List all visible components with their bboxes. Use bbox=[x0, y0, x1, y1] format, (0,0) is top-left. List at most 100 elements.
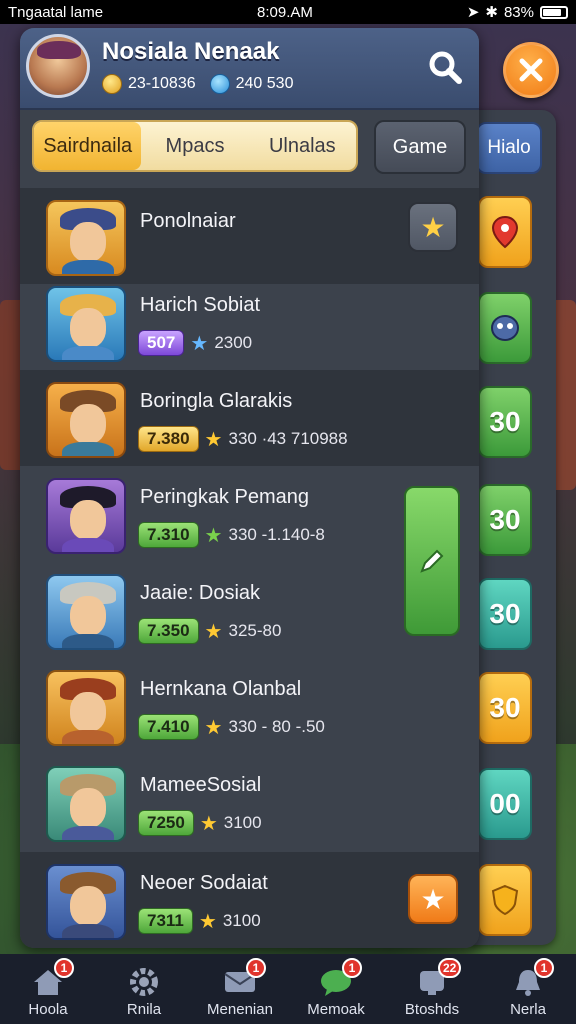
edit-button[interactable] bbox=[404, 486, 460, 636]
panel-header: Nosiala Nenaak 23-10836 240 530 bbox=[20, 28, 479, 110]
level-badge: 7.350 bbox=[138, 618, 199, 644]
gem-count: 240 530 bbox=[235, 75, 294, 92]
star-icon: ★ bbox=[204, 428, 223, 451]
gem-icon bbox=[209, 74, 230, 94]
level-badge: 7.410 bbox=[138, 714, 199, 740]
star-icon: ★ bbox=[204, 524, 223, 547]
friend-avatar bbox=[46, 478, 126, 554]
notification-badge: 1 bbox=[54, 958, 74, 978]
friend-score: 330 - 80 -.50 bbox=[228, 717, 325, 736]
list-item[interactable]: Neoer Sodaiat 7311 ★ 3100 ★ bbox=[20, 852, 479, 948]
back-tab[interactable]: Hialo bbox=[476, 122, 542, 174]
friend-avatar bbox=[46, 864, 126, 940]
coin-count: 23-10836 bbox=[128, 75, 196, 92]
favorite-button[interactable]: ★ bbox=[408, 874, 458, 924]
notification-badge: 1 bbox=[534, 958, 554, 978]
back-location-button[interactable] bbox=[478, 196, 532, 268]
nav-label: Memoak bbox=[307, 1001, 365, 1018]
bluetooth-icon: ✱ bbox=[485, 4, 498, 21]
clock: 8:09.AM bbox=[257, 3, 313, 21]
favorite-button[interactable]: ★ bbox=[408, 202, 458, 252]
player-stats: 23-10836 240 530 bbox=[102, 74, 293, 94]
star-icon: ★ bbox=[198, 910, 217, 933]
tab-ulnalas[interactable]: Ulnalas bbox=[249, 122, 356, 170]
close-icon bbox=[519, 58, 543, 82]
back-mask-button[interactable] bbox=[478, 292, 532, 364]
nav-label: Menenian bbox=[207, 1001, 273, 1018]
close-button[interactable] bbox=[503, 42, 559, 98]
back-value-button[interactable]: 30 bbox=[478, 386, 532, 458]
back-value-button[interactable]: 30 bbox=[478, 672, 532, 744]
notification-badge: 1 bbox=[342, 958, 362, 978]
friend-name: Ponolnaiar bbox=[140, 210, 236, 232]
friend-score: 330 -1.140-8 bbox=[228, 525, 325, 544]
battery-icon bbox=[540, 5, 568, 19]
level-badge: 7311 bbox=[138, 908, 193, 934]
notification-badge: 22 bbox=[438, 958, 462, 978]
back-value-button[interactable]: 00 bbox=[478, 768, 532, 840]
friend-name: Harich Sobiat bbox=[140, 294, 261, 316]
list-item[interactable]: Ponolnaiar ★ bbox=[20, 188, 479, 284]
tab-mpacs[interactable]: Mpacs bbox=[141, 122, 248, 170]
star-icon: ★ bbox=[204, 716, 223, 739]
friend-name: Neoer Sodaiat bbox=[140, 872, 268, 894]
coin-icon bbox=[102, 74, 122, 94]
list-item[interactable]: MameeSosial 7250 ★ 3100 bbox=[20, 754, 479, 850]
nav-label: Btoshds bbox=[404, 1001, 460, 1018]
friend-avatar bbox=[46, 574, 126, 650]
game-button[interactable]: Game bbox=[374, 120, 466, 174]
friend-name: MameeSosial bbox=[140, 774, 262, 796]
friend-name: Jaaie: Dosiak bbox=[140, 582, 261, 604]
location-icon: ➤ bbox=[466, 4, 480, 21]
nav-label: Hoola bbox=[28, 1001, 68, 1018]
friend-avatar bbox=[46, 766, 126, 842]
mask-icon bbox=[491, 315, 519, 341]
friend-avatar bbox=[46, 286, 126, 362]
tab-sairdnaila[interactable]: Sairdnaila bbox=[34, 122, 142, 170]
friend-score: 330 ·43 710988 bbox=[228, 429, 348, 448]
search-button[interactable] bbox=[420, 42, 470, 92]
nav-home[interactable]: Hoola 1 bbox=[0, 954, 96, 1024]
nav-label: Rnila bbox=[126, 1001, 162, 1018]
friend-stats: 7.410 ★ 330 - 80 -.50 bbox=[138, 714, 325, 740]
friend-stats: 7.350 ★ 325-80 bbox=[138, 618, 281, 644]
friend-avatar bbox=[46, 200, 126, 276]
friend-stats: 7.380 ★ 330 ·43 710988 bbox=[138, 426, 348, 452]
list-item[interactable]: Hernkana Olanbal 7.410 ★ 330 - 80 -.50 bbox=[20, 658, 479, 754]
list-item[interactable]: Boringla Glarakis 7.380 ★ 330 ·43 710988 bbox=[20, 370, 479, 466]
list-item[interactable]: Harich Sobiat 507 ★ 2300 bbox=[20, 274, 479, 370]
nav-settings[interactable]: Rnila bbox=[96, 954, 192, 1024]
star-icon: ★ bbox=[420, 211, 446, 243]
friend-score: 3100 bbox=[222, 911, 261, 930]
player-name: Nosiala Nenaak bbox=[102, 38, 280, 65]
friend-score: 3100 bbox=[223, 813, 262, 832]
level-badge: 7.310 bbox=[138, 522, 199, 548]
friend-score: 325-80 bbox=[228, 621, 282, 640]
star-icon: ★ bbox=[204, 620, 223, 643]
nav-chat[interactable]: Memoak 1 bbox=[288, 954, 384, 1024]
shield-icon bbox=[491, 884, 519, 916]
level-badge: 7250 bbox=[138, 810, 194, 836]
bottom-nav: Hoola 1 Rnila Menenian 1 Memoak 1 Btoshd… bbox=[0, 954, 576, 1024]
friend-avatar bbox=[46, 670, 126, 746]
star-icon: ★ bbox=[190, 332, 209, 355]
pencil-icon bbox=[420, 549, 444, 573]
battery-percent: 83% bbox=[503, 3, 534, 21]
nav-trophies[interactable]: Btoshds 22 bbox=[384, 954, 480, 1024]
notification-badge: 1 bbox=[246, 958, 266, 978]
nav-alerts[interactable]: Nerla 1 bbox=[480, 954, 576, 1024]
nav-label: Nerla bbox=[510, 1001, 546, 1018]
location-pin-icon bbox=[491, 215, 519, 249]
player-avatar[interactable] bbox=[26, 34, 90, 98]
friend-stats: 7311 ★ 3100 bbox=[138, 908, 261, 934]
friend-stats: 507 ★ 2300 bbox=[138, 330, 252, 356]
star-icon: ★ bbox=[199, 812, 218, 835]
friend-avatar bbox=[46, 382, 126, 458]
friend-name: Boringla Glarakis bbox=[140, 390, 293, 412]
nav-messages[interactable]: Menenian 1 bbox=[192, 954, 288, 1024]
back-shield-button[interactable] bbox=[478, 864, 532, 936]
back-value-button[interactable]: 30 bbox=[478, 578, 532, 650]
friend-name: Hernkana Olanbal bbox=[140, 678, 302, 700]
back-value-button[interactable]: 30 bbox=[478, 484, 532, 556]
social-panel: Nosiala Nenaak 23-10836 240 530 Sairdnai… bbox=[20, 28, 479, 948]
